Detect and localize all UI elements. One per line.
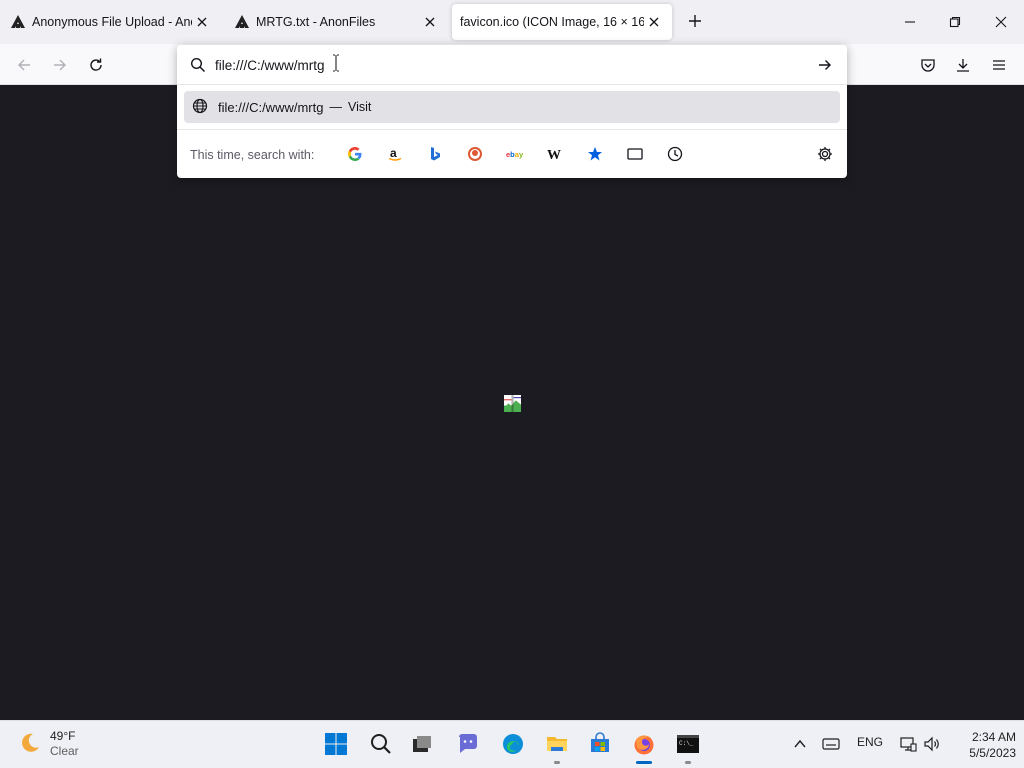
active-indicator <box>636 761 652 764</box>
pocket-button[interactable] <box>915 52 941 78</box>
history-clock-icon[interactable] <box>665 144 685 164</box>
tab-title: Anonymous File Upload - AnonFiles <box>32 15 192 29</box>
tabs-icon[interactable] <box>625 144 645 164</box>
clock-date: 5/5/2023 <box>969 746 1016 760</box>
suggestion-action: Visit <box>347 100 372 114</box>
svg-text:C:\_: C:\_ <box>679 740 694 747</box>
google-icon[interactable] <box>345 144 365 164</box>
language-indicator[interactable]: ENG <box>857 735 883 749</box>
anonfiles-icon <box>234 14 250 30</box>
chevron-up-icon <box>794 739 806 748</box>
store-icon <box>591 732 609 752</box>
tab-mrtg-txt[interactable]: MRTG.txt - AnonFiles <box>226 4 448 40</box>
tab-title: favicon.ico (ICON Image, 16 × 16 pixels) <box>460 15 644 29</box>
task-view-button[interactable] <box>408 730 436 758</box>
clock-time: 2:34 AM <box>971 730 1016 744</box>
firefox-button[interactable] <box>630 730 658 758</box>
svg-text:W: W <box>547 148 561 162</box>
pocket-icon <box>921 59 935 72</box>
tab-anonymous-file-upload[interactable]: Anonymous File Upload - AnonFiles <box>2 4 220 40</box>
keyboard-icon <box>822 738 840 750</box>
running-indicator <box>685 761 691 764</box>
weather-temperature: 49°F <box>50 729 76 743</box>
search-button[interactable] <box>367 730 395 758</box>
edge-button[interactable] <box>499 730 527 758</box>
new-tab-button[interactable] <box>684 10 706 32</box>
suggestion-url: file:///C:/www/mrtg <box>218 99 324 115</box>
reload-icon <box>90 58 102 71</box>
go-arrow-icon[interactable] <box>817 57 833 76</box>
anonfiles-icon <box>10 14 26 30</box>
tab-favicon-ico[interactable]: favicon.ico (ICON Image, 16 × 16 pixels) <box>452 4 672 40</box>
bing-icon[interactable] <box>425 144 445 164</box>
wikipedia-icon[interactable]: W <box>545 144 565 164</box>
forward-button[interactable] <box>47 52 73 78</box>
network-icon <box>900 737 917 752</box>
download-icon <box>957 59 969 72</box>
plus-icon <box>689 15 701 27</box>
reload-button[interactable] <box>83 52 109 78</box>
search-settings-gear-icon[interactable] <box>815 144 835 164</box>
windows-logo-icon <box>325 733 347 755</box>
firefox-icon <box>634 735 654 755</box>
edge-icon <box>503 734 523 754</box>
speaker-icon <box>924 736 939 752</box>
bookmarks-star-icon[interactable] <box>585 144 605 164</box>
moon-icon <box>18 731 42 758</box>
hamburger-menu-icon <box>993 60 1005 70</box>
close-icon[interactable] <box>420 12 440 32</box>
restore-button[interactable] <box>941 8 969 36</box>
terminal-button[interactable]: C:\_ <box>674 730 702 758</box>
back-button[interactable] <box>11 52 37 78</box>
tab-title: MRTG.txt - AnonFiles <box>256 15 376 29</box>
tab-strip: Anonymous File Upload - AnonFiles MRTG.t… <box>0 0 1024 44</box>
task-view-icon <box>413 736 431 752</box>
url-input[interactable] <box>215 55 795 75</box>
svg-text:ebay: ebay <box>506 150 524 159</box>
urlbar-dropdown: file:///C:/www/mrtg — Visit This time, s… <box>177 45 847 178</box>
downloads-button[interactable] <box>950 52 976 78</box>
suggestion-row[interactable]: file:///C:/www/mrtg — Visit <box>184 91 840 123</box>
close-icon[interactable] <box>192 12 212 32</box>
back-arrow-icon <box>18 59 30 71</box>
globe-icon <box>192 98 208 117</box>
touch-keyboard-button[interactable] <box>817 730 845 758</box>
restore-icon <box>949 16 961 28</box>
svg-text:a: a <box>390 146 397 160</box>
forward-arrow-icon <box>54 59 66 71</box>
ebay-icon[interactable]: ebay <box>505 144 525 164</box>
text-cursor-icon <box>332 54 340 75</box>
close-icon[interactable] <box>644 12 664 32</box>
microsoft-store-button[interactable] <box>586 730 614 758</box>
windows-taskbar: 49°F Clear C:\_ ENG 2:34 AM 5/5/2023 <box>0 720 1024 768</box>
divider <box>177 129 847 130</box>
search-icon <box>371 734 391 754</box>
favicon-image <box>504 395 521 412</box>
weather-widget[interactable]: 49°F Clear <box>18 729 79 759</box>
search-with-label: This time, search with: <box>190 148 315 162</box>
weather-condition: Clear <box>50 744 79 758</box>
menu-button[interactable] <box>986 52 1012 78</box>
close-icon <box>995 16 1007 28</box>
amazon-icon[interactable]: a <box>385 144 405 164</box>
running-indicator <box>554 761 560 764</box>
show-hidden-icons-button[interactable] <box>786 730 814 758</box>
close-window-button[interactable] <box>987 8 1015 36</box>
folder-icon <box>547 737 567 751</box>
file-explorer-button[interactable] <box>543 730 571 758</box>
teams-chat-button[interactable] <box>454 730 482 758</box>
start-button[interactable] <box>322 730 350 758</box>
command-prompt-icon: C:\_ <box>677 735 699 753</box>
search-icon <box>190 57 206 76</box>
urlbar <box>177 45 847 85</box>
suggestion-separator: — <box>329 100 342 114</box>
clock[interactable]: 2:34 AM 5/5/2023 <box>950 729 1016 761</box>
volume-button[interactable] <box>918 730 946 758</box>
minimize-icon <box>905 21 915 23</box>
chat-icon <box>459 734 477 753</box>
minimize-button[interactable] <box>896 8 924 36</box>
divider <box>177 84 847 85</box>
duckduckgo-icon[interactable] <box>465 144 485 164</box>
